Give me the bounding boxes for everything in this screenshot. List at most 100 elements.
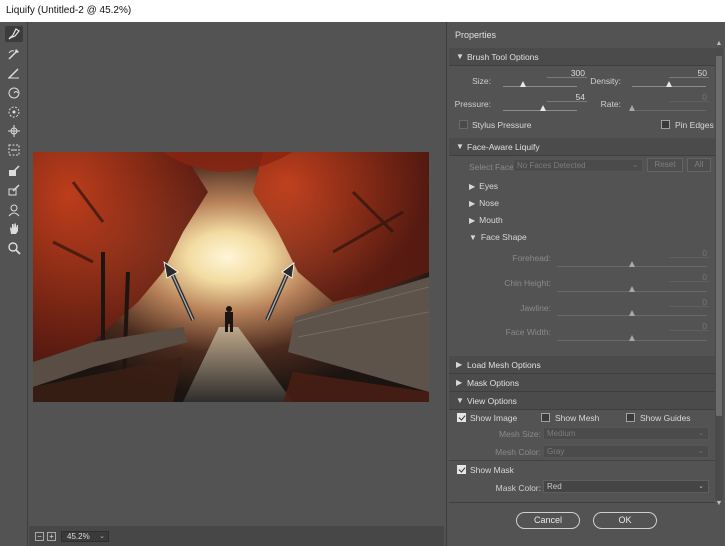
chin-height-label: Chin Height: — [504, 278, 551, 288]
pressure-slider[interactable] — [503, 105, 577, 111]
select-face-dropdown: No Faces Detected ⌄ — [513, 159, 643, 172]
pressure-value[interactable]: 54 — [547, 92, 587, 102]
window-title: Liquify (Untitled-2 @ 45.2%) — [0, 0, 725, 22]
cancel-button[interactable]: Cancel — [516, 512, 580, 529]
nose-subsection[interactable]: ▶ Nose — [469, 198, 499, 208]
eyes-label: Eyes — [479, 181, 499, 191]
push-left-tool-icon[interactable] — [5, 142, 23, 158]
chevron-down-icon: ⌄ — [698, 430, 704, 437]
forehead-label: Forehead: — [512, 253, 551, 263]
section-label: Face-Aware Liquify — [467, 142, 540, 152]
show-mesh-label: Show Mesh — [555, 413, 600, 423]
density-slider-thumb[interactable] — [666, 81, 672, 87]
size-label: Size: — [472, 76, 491, 86]
thaw-mask-tool-icon[interactable] — [5, 182, 23, 198]
freeze-mask-tool-icon[interactable] — [5, 163, 23, 179]
show-mask-checkbox[interactable] — [457, 465, 466, 474]
section-face-aware-liquify[interactable]: ▼ Face-Aware Liquify — [449, 138, 715, 156]
show-mask-label: Show Mask — [470, 465, 514, 475]
preview-image[interactable] — [33, 152, 429, 402]
mesh-size-label: Mesh Size: — [498, 429, 541, 439]
rate-label: Rate: — [600, 99, 621, 109]
show-image-label: Show Image — [470, 413, 518, 423]
section-brush-tool-options[interactable]: ▼ Brush Tool Options — [449, 48, 715, 66]
triangle-right-icon: ▶ — [456, 360, 463, 369]
properties-panel: Properties ▲ ▼ ▼ Brush Tool Options Size… — [446, 22, 725, 546]
triangle-right-icon: ▶ — [456, 378, 463, 387]
preview-canvas[interactable]: − + 45.2% ⌄ — [29, 22, 444, 546]
stylus-pressure-checkbox — [459, 120, 468, 129]
jawline-value: 0 — [669, 297, 709, 307]
section-label: View Options — [467, 396, 517, 406]
mesh-color-dropdown: Gray ⌄ — [543, 445, 709, 458]
chevron-down-icon: ⌄ — [698, 448, 704, 455]
density-value[interactable]: 50 — [669, 68, 709, 78]
density-slider[interactable] — [632, 81, 706, 87]
chin-height-slider-thumb — [629, 286, 635, 292]
face-width-slider — [557, 335, 707, 341]
section-label: Mask Options — [467, 378, 519, 388]
density-label: Density: — [590, 76, 621, 86]
ok-button[interactable]: OK — [593, 512, 657, 529]
pin-edges-checkbox[interactable] — [661, 120, 670, 129]
smooth-tool-icon[interactable] — [5, 65, 23, 81]
reconstruct-tool-icon[interactable] — [5, 46, 23, 62]
scroll-down-icon[interactable]: ▼ — [715, 500, 723, 508]
bloat-tool-icon[interactable] — [5, 123, 23, 139]
mask-color-dropdown[interactable]: Red ⌄ — [543, 480, 709, 493]
properties-title: Properties — [455, 30, 497, 40]
forehead-value: 0 — [669, 248, 709, 258]
triangle-right-icon: ▶ — [469, 199, 476, 208]
stylus-pressure-label: Stylus Pressure — [472, 120, 532, 130]
canvas-footer: − + 45.2% ⌄ — [29, 526, 444, 546]
face-tool-icon[interactable] — [5, 202, 23, 218]
section-view-options[interactable]: ▼ View Options — [449, 392, 715, 410]
chin-height-value: 0 — [669, 272, 709, 282]
face-shape-label: Face Shape — [480, 232, 527, 242]
mouth-subsection[interactable]: ▶ Mouth — [469, 215, 503, 225]
jawline-label: Jawline: — [520, 303, 551, 313]
eyes-subsection[interactable]: ▶ Eyes — [469, 181, 498, 191]
tool-palette — [0, 22, 28, 546]
triangle-right-icon: ▶ — [469, 216, 476, 225]
pressure-slider-thumb[interactable] — [540, 105, 546, 111]
zoom-level-value: 45.2% — [67, 532, 90, 541]
forward-warp-tool-icon[interactable] — [5, 26, 23, 42]
scrollbar-thumb[interactable] — [716, 56, 722, 416]
nose-label: Nose — [479, 198, 499, 208]
size-value[interactable]: 300 — [547, 68, 587, 78]
mesh-color-label: Mesh Color: — [495, 447, 541, 457]
forehead-slider — [557, 261, 707, 267]
face-width-slider-thumb — [629, 335, 635, 341]
divider — [449, 460, 715, 461]
twirl-clockwise-tool-icon[interactable] — [5, 85, 23, 101]
scroll-up-icon[interactable]: ▲ — [715, 40, 723, 48]
mask-color-label: Mask Color: — [495, 483, 541, 493]
mask-color-value: Red — [547, 482, 562, 491]
hand-tool-icon[interactable] — [5, 221, 23, 237]
size-slider[interactable] — [503, 81, 577, 87]
section-load-mesh-options[interactable]: ▶ Load Mesh Options — [449, 356, 715, 374]
pressure-label: Pressure: — [454, 99, 491, 109]
zoom-in-button[interactable]: + — [47, 532, 56, 541]
mouth-label: Mouth — [479, 215, 503, 225]
chin-height-slider — [557, 286, 707, 292]
face-shape-subsection[interactable]: ▼ Face Shape — [469, 232, 527, 242]
properties-scrollbar[interactable]: ▲ ▼ — [715, 40, 723, 507]
jawline-slider — [557, 310, 707, 316]
zoom-out-button[interactable]: − — [35, 532, 44, 541]
size-slider-thumb[interactable] — [520, 81, 526, 87]
zoom-tool-icon[interactable] — [5, 240, 23, 256]
mesh-size-value: Medium — [547, 429, 576, 438]
triangle-down-icon: ▼ — [469, 233, 477, 242]
show-mesh-checkbox[interactable] — [541, 413, 550, 422]
show-image-checkbox[interactable] — [457, 413, 466, 422]
section-label: Load Mesh Options — [467, 360, 541, 370]
zoom-level-select[interactable]: 45.2% ⌄ — [61, 531, 109, 542]
triangle-down-icon: ▼ — [456, 142, 464, 151]
forehead-slider-thumb — [629, 261, 635, 267]
show-guides-checkbox[interactable] — [626, 413, 635, 422]
chevron-down-icon: ⌄ — [632, 162, 638, 169]
pucker-tool-icon[interactable] — [5, 104, 23, 120]
section-mask-options[interactable]: ▶ Mask Options — [449, 374, 715, 392]
